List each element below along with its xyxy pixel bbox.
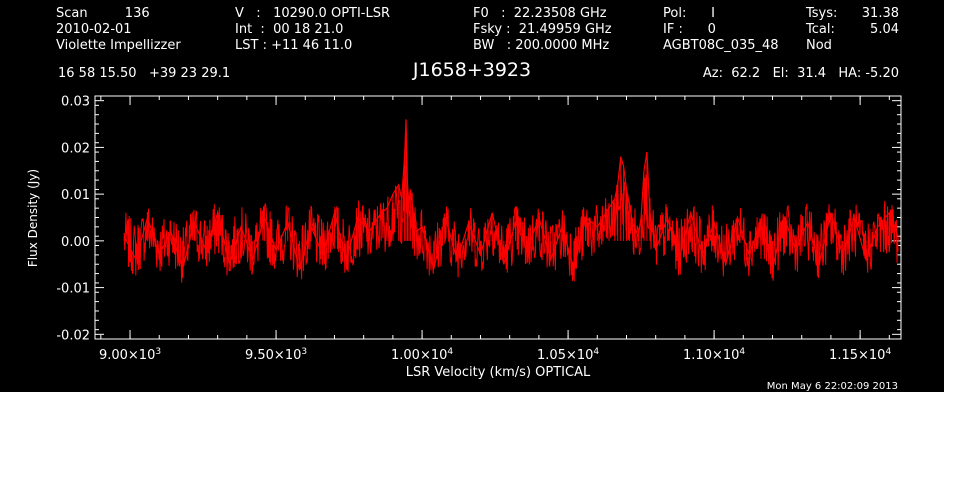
spectrum-series — [123, 119, 899, 283]
y-tick-label: 0.00 — [61, 235, 90, 250]
spectrum-chart: -0.02 -0.01 0.00 0.01 0.02 0.03 9.00×103 9.50×… — [26, 95, 902, 380]
x-axis-label: LSR Velocity (km/s) OPTICAL — [406, 365, 591, 380]
y-axis-label: Flux Density (Jy) — [26, 169, 40, 267]
x-tick-label: 1.15×104 — [829, 347, 891, 363]
x-tick-label: 1.10×104 — [683, 347, 745, 363]
y-tick-label: 0.03 — [61, 95, 90, 110]
y-tick-label: -0.02 — [56, 328, 90, 343]
timestamp: Mon May 6 22:02:09 2013 — [766, 381, 898, 392]
y-tick-label: -0.01 — [56, 282, 90, 297]
x-tick-label: 9.50×103 — [245, 347, 307, 363]
y-tick-label: 0.01 — [61, 188, 90, 203]
x-tick-label: 1.05×104 — [537, 347, 599, 363]
x-tick-label: 9.00×103 — [99, 347, 161, 363]
y-tick-labels: -0.02 -0.01 0.00 0.01 0.02 0.03 — [56, 95, 90, 344]
plot-window: Scan 136 2010-02-01 Violette Impellizzer… — [0, 0, 944, 392]
y-tick-label: 0.02 — [61, 141, 90, 156]
x-tick-labels: 9.00×103 9.50×103 1.00×104 1.05×104 1.10×104… — [99, 347, 891, 363]
x-tick-label: 1.00×104 — [391, 347, 453, 363]
